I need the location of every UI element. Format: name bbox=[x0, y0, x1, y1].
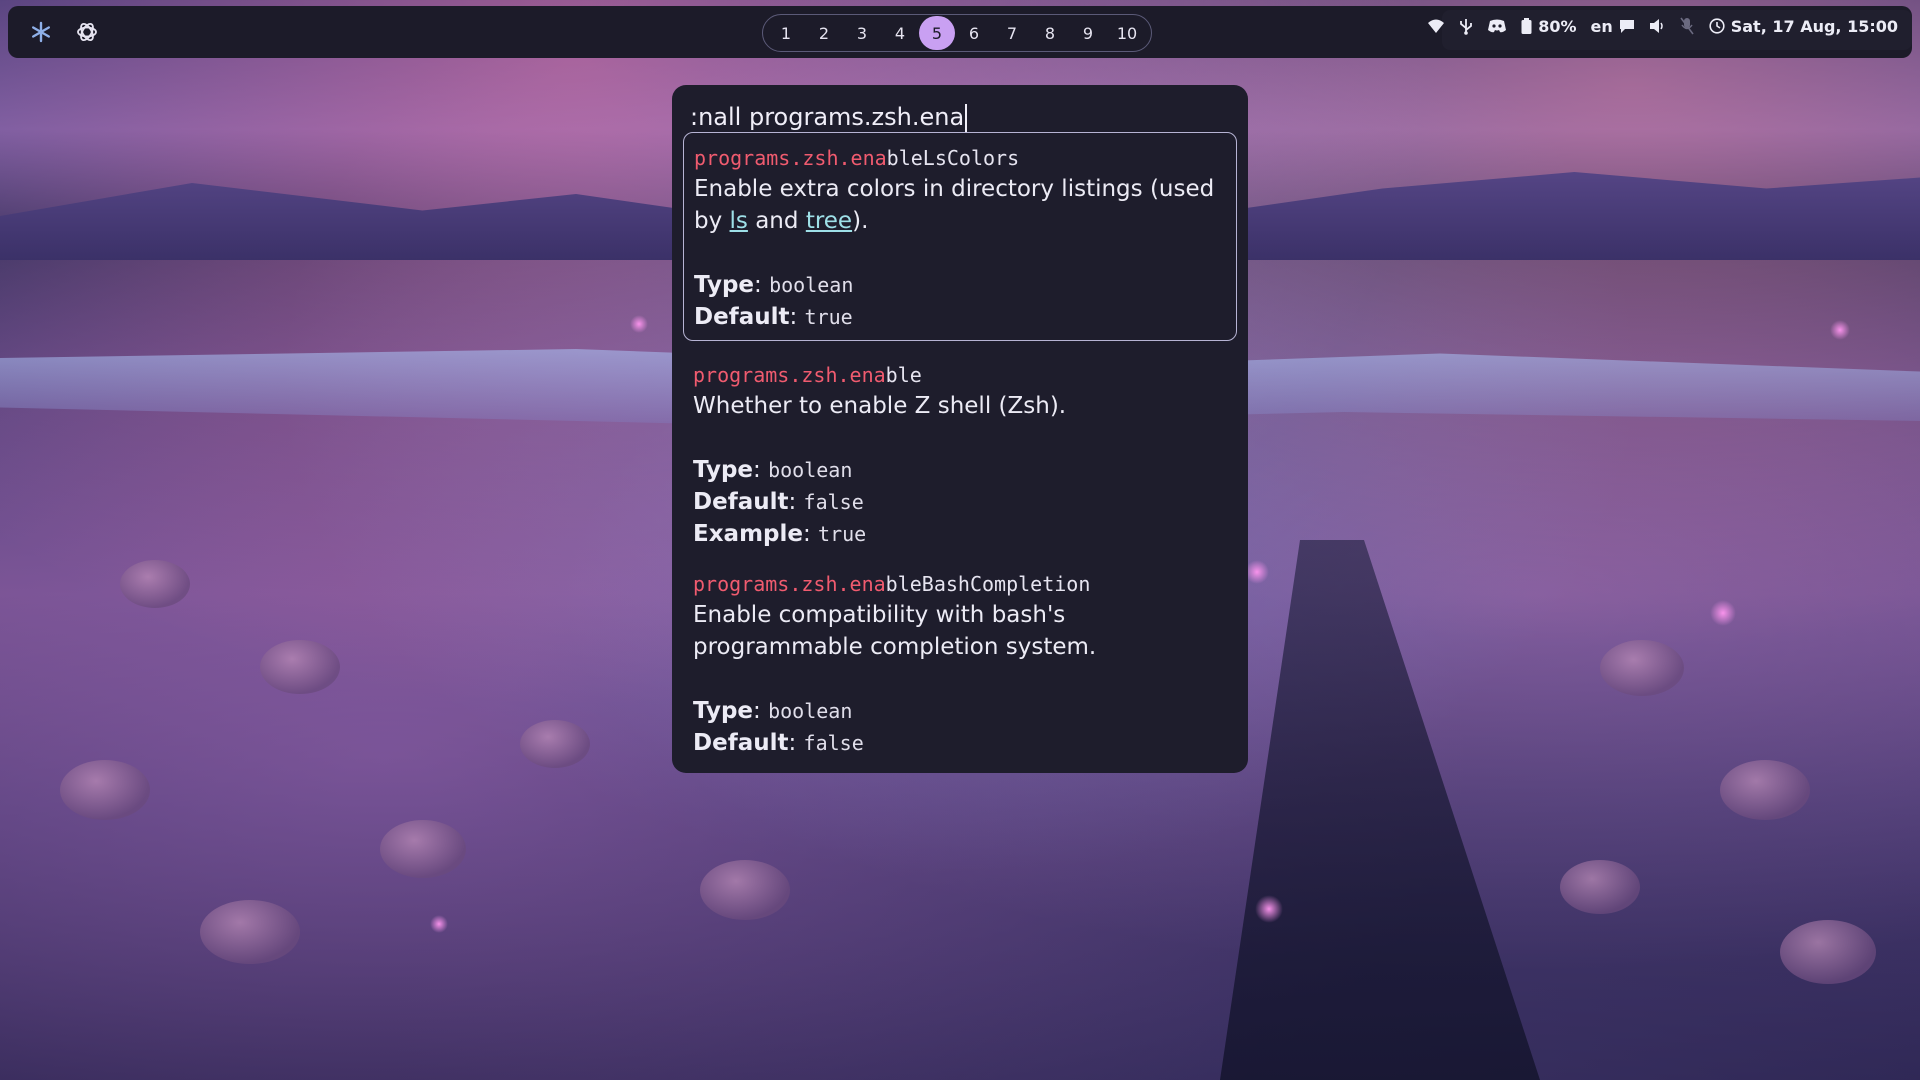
wallpaper-firefly bbox=[1255, 895, 1283, 923]
wallpaper-path bbox=[1220, 540, 1540, 1080]
workspace-6[interactable]: 6 bbox=[955, 16, 993, 50]
option-name-match: programs.zsh.ena bbox=[693, 363, 886, 387]
wallpaper-melon bbox=[260, 640, 340, 694]
workspace-5-active[interactable]: 5 bbox=[919, 16, 955, 50]
workspace-8[interactable]: 8 bbox=[1031, 16, 1069, 50]
wallpaper-melon bbox=[520, 720, 590, 768]
description-text: ). bbox=[852, 208, 869, 234]
wallpaper-firefly bbox=[1830, 320, 1850, 340]
option-name-match: programs.zsh.ena bbox=[693, 572, 886, 596]
clock-icon bbox=[1709, 18, 1725, 34]
top-bar-left bbox=[28, 6, 100, 58]
option-description: Enable extra colors in directory listing… bbox=[694, 173, 1226, 237]
option-name-rest: bleLsColors bbox=[886, 146, 1020, 170]
example-value: true bbox=[818, 522, 867, 546]
option-type: Type: boolean bbox=[693, 698, 853, 724]
status-tray: 80% en Sat, 17 Aug, 15:00 bbox=[1427, 0, 1898, 52]
battery-icon bbox=[1521, 18, 1532, 34]
default-value: true bbox=[804, 305, 853, 329]
battery-percent: 80% bbox=[1538, 16, 1577, 36]
option-default: Default: true bbox=[694, 304, 853, 330]
wallpaper-melon bbox=[1600, 640, 1684, 696]
default-label: Default bbox=[693, 730, 789, 756]
workspace-4[interactable]: 4 bbox=[881, 16, 919, 50]
search-query-text: :nall programs.zsh.ena bbox=[690, 103, 965, 131]
type-value: boolean bbox=[768, 458, 853, 482]
option-name: programs.zsh.enable bbox=[693, 360, 1227, 390]
workspace-3[interactable]: 3 bbox=[843, 16, 881, 50]
nixos-snowflake-icon[interactable] bbox=[28, 19, 54, 45]
default-label: Default bbox=[693, 489, 789, 515]
wallpaper-firefly bbox=[430, 915, 448, 933]
wallpaper-melon bbox=[1720, 760, 1810, 820]
wallpaper-firefly bbox=[1710, 600, 1736, 626]
chat-icon bbox=[1619, 20, 1634, 33]
result-item[interactable]: programs.zsh.enable Whether to enable Z … bbox=[683, 350, 1237, 558]
volume-icon[interactable] bbox=[1649, 18, 1665, 34]
wallpaper-melon bbox=[1560, 860, 1640, 914]
option-name-match: programs.zsh.ena bbox=[694, 146, 887, 170]
type-label: Type bbox=[693, 457, 754, 483]
mic-muted-icon[interactable] bbox=[1679, 17, 1695, 35]
wallpaper-melon bbox=[380, 820, 466, 878]
description-text: and bbox=[747, 208, 806, 234]
clock[interactable]: Sat, 17 Aug, 15:00 bbox=[1709, 17, 1898, 36]
usb-icon[interactable] bbox=[1459, 17, 1473, 35]
workspace-10[interactable]: 10 bbox=[1107, 16, 1147, 50]
workspace-7[interactable]: 7 bbox=[993, 16, 1031, 50]
option-type: Type: boolean bbox=[694, 272, 854, 298]
option-default: Default: false bbox=[693, 489, 864, 515]
type-value: boolean bbox=[768, 699, 853, 723]
option-name-rest: bleBashCompletion bbox=[885, 572, 1091, 596]
wallpaper-melon bbox=[700, 860, 790, 920]
type-label: Type bbox=[694, 272, 755, 298]
wallpaper-melon bbox=[120, 560, 190, 608]
option-description: Enable compatibility with bash's program… bbox=[693, 602, 1097, 660]
result-item[interactable]: programs.zsh.enableBashCompletion Enable… bbox=[683, 559, 1237, 767]
example-label: Example bbox=[693, 521, 803, 547]
result-item-selected[interactable]: programs.zsh.enableLsColors Enable extra… bbox=[683, 132, 1237, 341]
option-name: programs.zsh.enableLsColors bbox=[694, 143, 1226, 173]
wallpaper-melon bbox=[1780, 920, 1876, 984]
default-label: Default bbox=[694, 304, 790, 330]
option-name-rest: ble bbox=[885, 363, 922, 387]
option-search-launcher: :nall programs.zsh.ena programs.zsh.enab… bbox=[672, 85, 1248, 773]
wallpaper-melon bbox=[200, 900, 300, 964]
option-default: Default: false bbox=[693, 730, 864, 756]
workspace-switcher: 1 2 3 4 5 6 7 8 9 10 bbox=[762, 14, 1152, 52]
type-value: boolean bbox=[769, 273, 854, 297]
clock-text: Sat, 17 Aug, 15:00 bbox=[1730, 16, 1898, 36]
default-value: false bbox=[803, 731, 864, 755]
option-type: Type: boolean bbox=[693, 457, 853, 483]
wallpaper-firefly bbox=[630, 315, 648, 333]
search-input[interactable]: :nall programs.zsh.ena bbox=[690, 97, 1230, 137]
default-value: false bbox=[803, 490, 864, 514]
text-caret bbox=[965, 104, 968, 132]
discord-icon[interactable] bbox=[1487, 18, 1507, 34]
language-label: en bbox=[1590, 16, 1613, 36]
workspace-9[interactable]: 9 bbox=[1069, 16, 1107, 50]
option-name: programs.zsh.enableBashCompletion bbox=[693, 569, 1227, 599]
workspace-1[interactable]: 1 bbox=[767, 16, 805, 50]
battery-status[interactable]: 80% bbox=[1521, 17, 1576, 36]
wifi-icon[interactable] bbox=[1427, 18, 1445, 34]
wallpaper-melon bbox=[60, 760, 150, 820]
language-indicator[interactable]: en bbox=[1590, 17, 1634, 36]
option-example: Example: true bbox=[693, 521, 867, 547]
tree-link[interactable]: tree bbox=[806, 208, 852, 234]
openai-icon[interactable] bbox=[74, 19, 100, 45]
workspace-2[interactable]: 2 bbox=[805, 16, 843, 50]
ls-link[interactable]: ls bbox=[730, 208, 748, 234]
type-label: Type bbox=[693, 698, 754, 724]
wallpaper-firefly bbox=[1245, 560, 1269, 584]
option-description: Whether to enable Z shell (Zsh). bbox=[693, 393, 1067, 419]
